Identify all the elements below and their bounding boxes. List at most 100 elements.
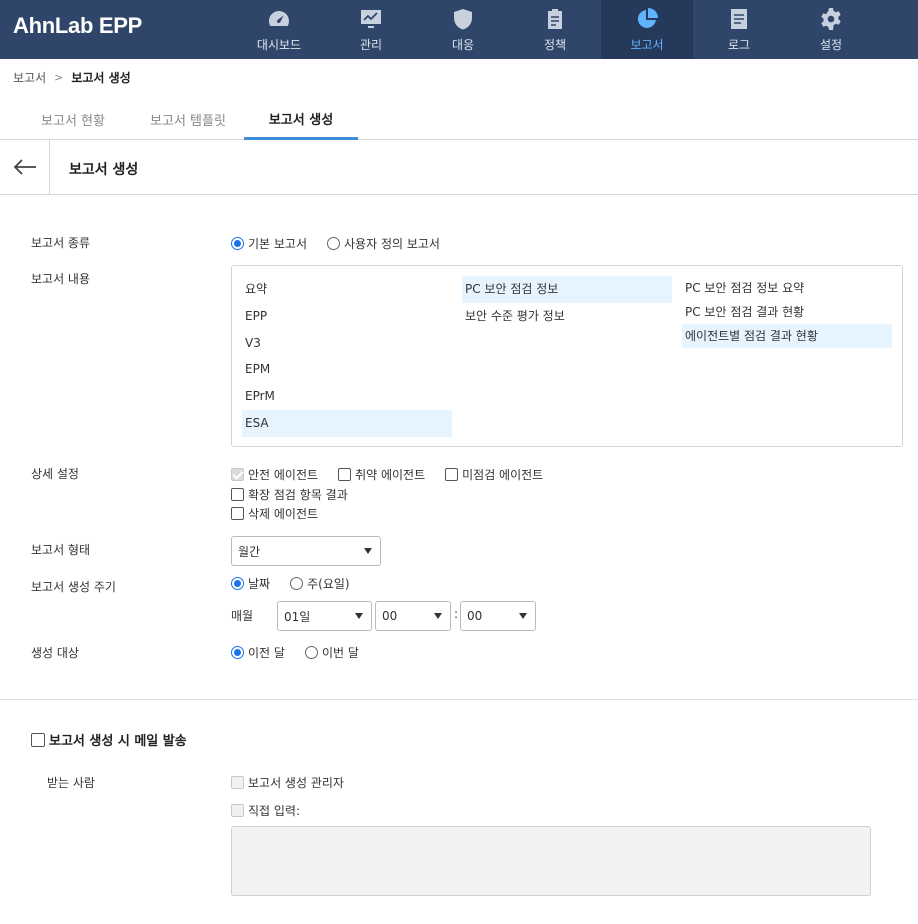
nav-item-policy[interactable]: 정책	[509, 0, 601, 59]
chevron-down-icon	[434, 613, 442, 619]
nav-label: 보고서	[630, 38, 664, 52]
radio-label: 주(요일)	[307, 577, 350, 591]
report-tabs: 보고서 현황 보고서 템플릿 보고서 생성	[0, 99, 918, 140]
select-value: 월간	[238, 544, 261, 559]
checkbox-indicator[interactable]	[231, 488, 244, 501]
list-item[interactable]: 요약	[242, 276, 452, 303]
send-mail-checkbox[interactable]: 보고서 생성 시 메일 발송	[31, 730, 187, 749]
radio-basic-report[interactable]: 기본 보고서	[231, 235, 307, 252]
checkbox-indicator[interactable]	[231, 776, 244, 789]
target-options: 이전 달 이번 달	[231, 644, 379, 661]
checkbox-indicator[interactable]	[445, 468, 459, 481]
cycle-label: 보고서 생성 주기	[31, 580, 116, 594]
nav-label: 로그	[727, 38, 751, 52]
tab-report-status[interactable]: 보고서 현황	[28, 99, 118, 139]
recipients-label: 받는 사람	[47, 776, 95, 790]
tab-report-template[interactable]: 보고서 템플릿	[140, 99, 236, 139]
checkbox-indicator[interactable]	[231, 468, 244, 481]
cycle-options: 날짜 주(요일)	[231, 575, 370, 592]
top-navigation-bar: AhnLab EPP 대시보드 관리 대응 정책 보고서 로그 설정	[0, 0, 918, 59]
radio-indicator[interactable]	[304, 646, 318, 659]
checkbox-label: 보고서 생성 시 메일 발송	[49, 734, 187, 749]
nav-item-report[interactable]: 보고서	[601, 0, 693, 59]
report-type-label: 보고서 종류	[31, 236, 91, 250]
gear-icon	[821, 8, 841, 30]
list-item[interactable]: PC 보안 점검 결과 현황	[682, 300, 892, 324]
day-select[interactable]: 01일	[277, 601, 372, 631]
checkbox-deleted-agent[interactable]: 삭제 에이전트	[231, 505, 318, 522]
list-item[interactable]: ESA	[242, 409, 452, 437]
radio-indicator[interactable]	[231, 237, 244, 250]
radio-label: 이전 달	[248, 646, 285, 660]
list-item[interactable]: EPrM	[242, 383, 452, 410]
chevron-down-icon	[355, 613, 363, 619]
checkbox-unchecked-agent[interactable]: 미점검 에이전트	[445, 466, 543, 483]
checkbox-label: 안전 에이전트	[248, 468, 319, 482]
nav-item-settings[interactable]: 설정	[785, 0, 877, 59]
select-value: 00	[467, 609, 483, 623]
radio-indicator[interactable]	[231, 646, 244, 659]
checkbox-label: 미점검 에이전트	[462, 468, 544, 482]
breadcrumb-parent[interactable]: 보고서	[13, 69, 46, 86]
report-content-box: 요약 EPP V3 EPM EPrM ESA PC 보안 점검 정보 보안 수준…	[231, 265, 903, 447]
report-format-select[interactable]: 월간	[231, 536, 381, 566]
report-type-options: 기본 보고서 사용자 정의 보고서	[231, 235, 460, 252]
back-button[interactable]	[0, 140, 50, 194]
nav-label: 관리	[359, 38, 383, 52]
section-divider	[0, 699, 918, 700]
select-value: 01일	[284, 609, 311, 624]
radio-indicator[interactable]	[290, 577, 304, 590]
hour-select[interactable]: 00	[375, 601, 451, 631]
list-item[interactable]: V3	[242, 330, 452, 357]
nav-item-log[interactable]: 로그	[693, 0, 785, 59]
chevron-down-icon	[519, 613, 527, 619]
list-item[interactable]: PC 보안 점검 정보 요약	[682, 276, 892, 300]
nav-item-management[interactable]: 관리	[325, 0, 417, 59]
recipient-report-admin[interactable]: 보고서 생성 관리자	[231, 774, 344, 791]
checkbox-extended-items[interactable]: 확장 점검 항목 결과	[231, 486, 348, 503]
radio-indicator[interactable]	[231, 577, 244, 590]
radio-this-month[interactable]: 이번 달	[304, 644, 359, 661]
checkbox-indicator[interactable]	[231, 804, 244, 817]
radio-indicator[interactable]	[327, 237, 341, 250]
radio-weekday[interactable]: 주(요일)	[290, 575, 350, 592]
radio-label: 날짜	[248, 577, 271, 591]
app-logo[interactable]: AhnLab EPP	[13, 13, 142, 39]
list-item[interactable]: PC 보안 점검 정보	[462, 276, 672, 303]
list-item[interactable]: 에이전트별 점검 결과 현황	[682, 324, 892, 348]
chevron-right-icon: >	[54, 71, 64, 84]
nav-item-dashboard[interactable]: 대시보드	[233, 0, 325, 59]
nav-item-response[interactable]: 대응	[417, 0, 509, 59]
list-item[interactable]: EPM	[242, 356, 452, 383]
tab-report-create[interactable]: 보고서 생성	[244, 99, 358, 140]
radio-label: 기본 보고서	[248, 237, 308, 251]
checkbox-indicator[interactable]	[231, 507, 244, 520]
chevron-down-icon	[364, 548, 372, 554]
checkbox-label: 직접 입력:	[248, 804, 301, 818]
nav-label: 정책	[543, 38, 567, 52]
every-label: 매월	[231, 609, 254, 623]
report-content-label: 보고서 내용	[31, 272, 91, 286]
minute-select[interactable]: 00	[460, 601, 536, 631]
radio-custom-report[interactable]: 사용자 정의 보고서	[327, 235, 440, 252]
breadcrumb: 보고서 > 보고서 생성	[13, 69, 131, 86]
checkbox-indicator[interactable]	[338, 468, 352, 481]
select-value: 00	[382, 609, 398, 623]
checkbox-label: 확장 점검 항목 결과	[248, 488, 348, 502]
checkbox-indicator[interactable]	[31, 732, 45, 747]
shield-icon	[454, 9, 472, 30]
radio-date[interactable]: 날짜	[231, 575, 270, 592]
content-column-3: PC 보안 점검 정보 요약 PC 보안 점검 결과 현황 에이전트별 점검 결…	[682, 276, 892, 348]
radio-label: 이번 달	[321, 646, 359, 660]
checkbox-vulnerable-agent[interactable]: 취약 에이전트	[338, 466, 425, 483]
nav-label: 대시보드	[256, 38, 302, 52]
document-icon	[731, 9, 747, 29]
recipient-email-textarea[interactable]	[231, 826, 871, 896]
radio-previous-month[interactable]: 이전 달	[231, 644, 285, 661]
list-item[interactable]: EPP	[242, 303, 452, 330]
content-column-1: 요약 EPP V3 EPM EPrM ESA	[242, 276, 452, 437]
list-item[interactable]: 보안 수준 평가 정보	[462, 303, 672, 330]
pie-chart-icon	[637, 8, 658, 28]
recipient-direct-input[interactable]: 직접 입력:	[231, 802, 300, 819]
checkbox-safe-agent[interactable]: 안전 에이전트	[231, 466, 318, 483]
